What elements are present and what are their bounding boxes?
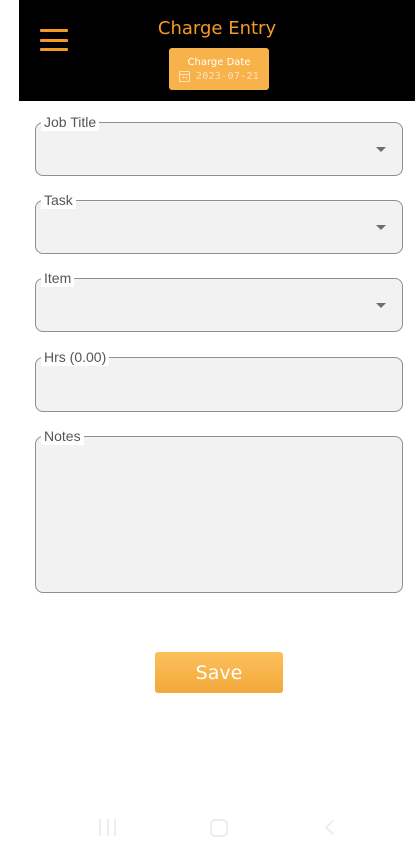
save-button[interactable]: Save (155, 652, 283, 693)
recents-icon[interactable] (99, 819, 116, 836)
item-dropdown[interactable]: Item (35, 269, 403, 332)
chevron-down-icon (376, 147, 386, 152)
notes-label: Notes (41, 427, 84, 445)
charge-date-button[interactable]: Charge Date 2023-07-21 (169, 48, 269, 90)
job-title-label: Job Title (41, 113, 100, 131)
charge-date-value: 2023-07-21 (195, 70, 260, 82)
page-title: Charge Entry (157, 18, 277, 39)
notes-textarea[interactable]: Notes (35, 427, 403, 593)
item-label: Item (41, 269, 75, 287)
task-dropdown[interactable]: Task (35, 191, 403, 254)
calendar-icon (178, 70, 190, 82)
home-icon[interactable] (210, 819, 228, 837)
chevron-down-icon (376, 303, 386, 308)
job-title-dropdown[interactable]: Job Title (35, 113, 403, 176)
chevron-down-icon (376, 225, 386, 230)
hours-input[interactable]: Hrs (0.00) (35, 348, 403, 412)
app-header: Charge Entry Charge Date 2023-07-21 (19, 0, 415, 101)
charge-date-row: 2023-07-21 (178, 70, 260, 82)
charge-date-label: Charge Date (187, 56, 251, 68)
task-label: Task (41, 191, 76, 209)
system-nav-bar (0, 815, 415, 845)
back-icon[interactable] (324, 819, 341, 836)
hours-label: Hrs (0.00) (41, 348, 110, 366)
